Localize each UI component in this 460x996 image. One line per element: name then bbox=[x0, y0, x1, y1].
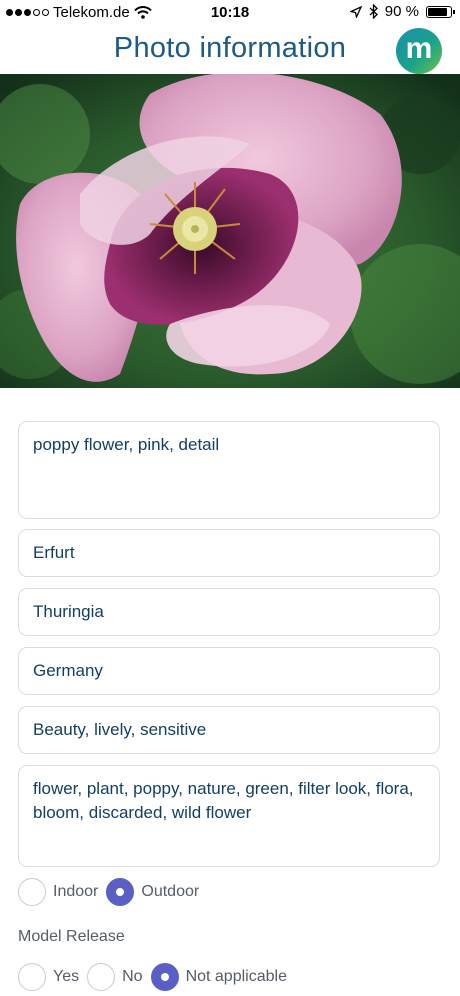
indoor-label[interactable]: Indoor bbox=[53, 883, 98, 901]
model-release-radio-group: Yes No Not applicable bbox=[18, 963, 295, 991]
photo-preview bbox=[0, 74, 460, 388]
region-field[interactable]: Thuringia bbox=[18, 588, 440, 636]
yes-radio[interactable] bbox=[18, 963, 46, 991]
no-radio[interactable] bbox=[87, 963, 116, 991]
battery-percent: 90 % bbox=[384, 3, 419, 20]
yes-label[interactable]: Yes bbox=[53, 968, 79, 986]
status-right: 90 % bbox=[349, 3, 455, 20]
indoor-radio[interactable] bbox=[18, 878, 46, 906]
not-applicable-radio[interactable] bbox=[150, 963, 179, 991]
bluetooth-icon bbox=[369, 4, 378, 19]
model-release-label: Model Release bbox=[18, 928, 125, 945]
description-field[interactable]: Beauty, lively, sensitive bbox=[18, 706, 440, 754]
keywords-field[interactable]: flower, plant, poppy, nature, green, fil… bbox=[18, 765, 440, 867]
location-type-radio-group: Indoor Outdoor bbox=[18, 878, 207, 906]
poppy-flower-image bbox=[0, 74, 460, 388]
title-field[interactable]: poppy flower, pink, detail bbox=[18, 421, 440, 519]
country-field[interactable]: Germany bbox=[18, 647, 440, 695]
app-logo[interactable]: m bbox=[396, 28, 442, 74]
no-label[interactable]: No bbox=[122, 968, 142, 986]
header: Photo information bbox=[0, 26, 460, 74]
not-applicable-label[interactable]: Not applicable bbox=[186, 968, 287, 986]
status-bar: Telekom.de 10:18 90 % bbox=[0, 0, 460, 26]
outdoor-radio[interactable] bbox=[106, 878, 135, 906]
outdoor-label[interactable]: Outdoor bbox=[141, 883, 199, 901]
city-field[interactable]: Erfurt bbox=[18, 529, 440, 577]
page-title: Photo information bbox=[113, 32, 347, 64]
location-icon bbox=[349, 5, 362, 18]
battery-icon bbox=[426, 5, 455, 18]
